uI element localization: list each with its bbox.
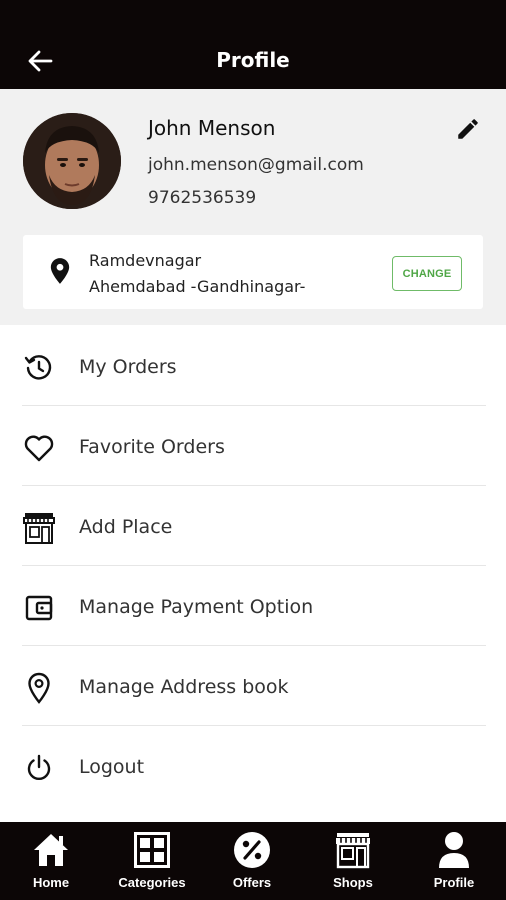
- nav-item-home[interactable]: Home: [1, 822, 101, 900]
- nav-item-shops[interactable]: Shops: [303, 822, 403, 900]
- percent-icon: [234, 832, 270, 868]
- person-icon: [439, 832, 469, 868]
- nav-label: Offers: [232, 875, 272, 890]
- menu-item-add-place[interactable]: Add Place: [0, 487, 506, 567]
- nav-item-offers[interactable]: Offers: [202, 822, 302, 900]
- menu-item-my-orders[interactable]: My Orders: [0, 327, 506, 407]
- grid-icon: [134, 832, 170, 868]
- nav-item-categories[interactable]: Categories: [102, 822, 202, 900]
- user-email: john.menson@gmail.com: [148, 155, 364, 175]
- storefront-icon: [23, 513, 55, 544]
- menu-item-label: Logout: [79, 756, 145, 778]
- divider: [22, 725, 486, 726]
- page-title: Profile: [216, 48, 290, 72]
- power-icon: [27, 754, 51, 781]
- nav-label: Profile: [433, 875, 475, 890]
- menu-item-label: My Orders: [79, 356, 177, 378]
- address-line-1: Ramdevnagar: [89, 251, 202, 270]
- nav-label: Shops: [333, 875, 373, 890]
- nav-label: Home: [32, 875, 70, 890]
- menu-item-label: Manage Address book: [79, 676, 289, 698]
- wallet-icon: [25, 595, 53, 621]
- location-pin-icon: [50, 258, 70, 284]
- top-app-bar: Profile: [0, 0, 506, 89]
- menu-item-logout[interactable]: Logout: [0, 727, 506, 807]
- divider: [22, 565, 486, 566]
- user-name: John Menson: [148, 116, 276, 140]
- divider: [22, 645, 486, 646]
- divider: [22, 405, 486, 406]
- home-icon: [34, 834, 68, 866]
- address-card: Ramdevnagar Ahemdabad -Gandhinagar- CHAN…: [23, 235, 483, 309]
- menu-item-manage-payment[interactable]: Manage Payment Option: [0, 567, 506, 647]
- pencil-icon: [458, 119, 478, 139]
- shop-icon: [336, 833, 370, 869]
- heart-icon: [24, 435, 54, 462]
- avatar: [23, 113, 121, 209]
- menu-item-label: Favorite Orders: [79, 436, 225, 458]
- change-address-button[interactable]: CHANGE: [392, 256, 462, 291]
- menu-item-favorite-orders[interactable]: Favorite Orders: [0, 407, 506, 487]
- nav-item-profile[interactable]: Profile: [404, 822, 504, 900]
- menu-item-label: Manage Payment Option: [79, 596, 314, 618]
- bottom-navigation: Home Categories Offers Shops Profile: [0, 822, 506, 900]
- history-icon: [24, 355, 52, 380]
- nav-label: Categories: [118, 875, 186, 890]
- menu-item-manage-address-book[interactable]: Manage Address book: [0, 647, 506, 727]
- location-pin-icon: [28, 672, 50, 704]
- divider: [22, 485, 486, 486]
- edit-profile-button[interactable]: [452, 113, 484, 145]
- address-line-2: Ahemdabad -Gandhinagar-: [89, 277, 306, 296]
- user-phone: 9762536539: [148, 188, 257, 208]
- menu-item-label: Add Place: [79, 516, 173, 538]
